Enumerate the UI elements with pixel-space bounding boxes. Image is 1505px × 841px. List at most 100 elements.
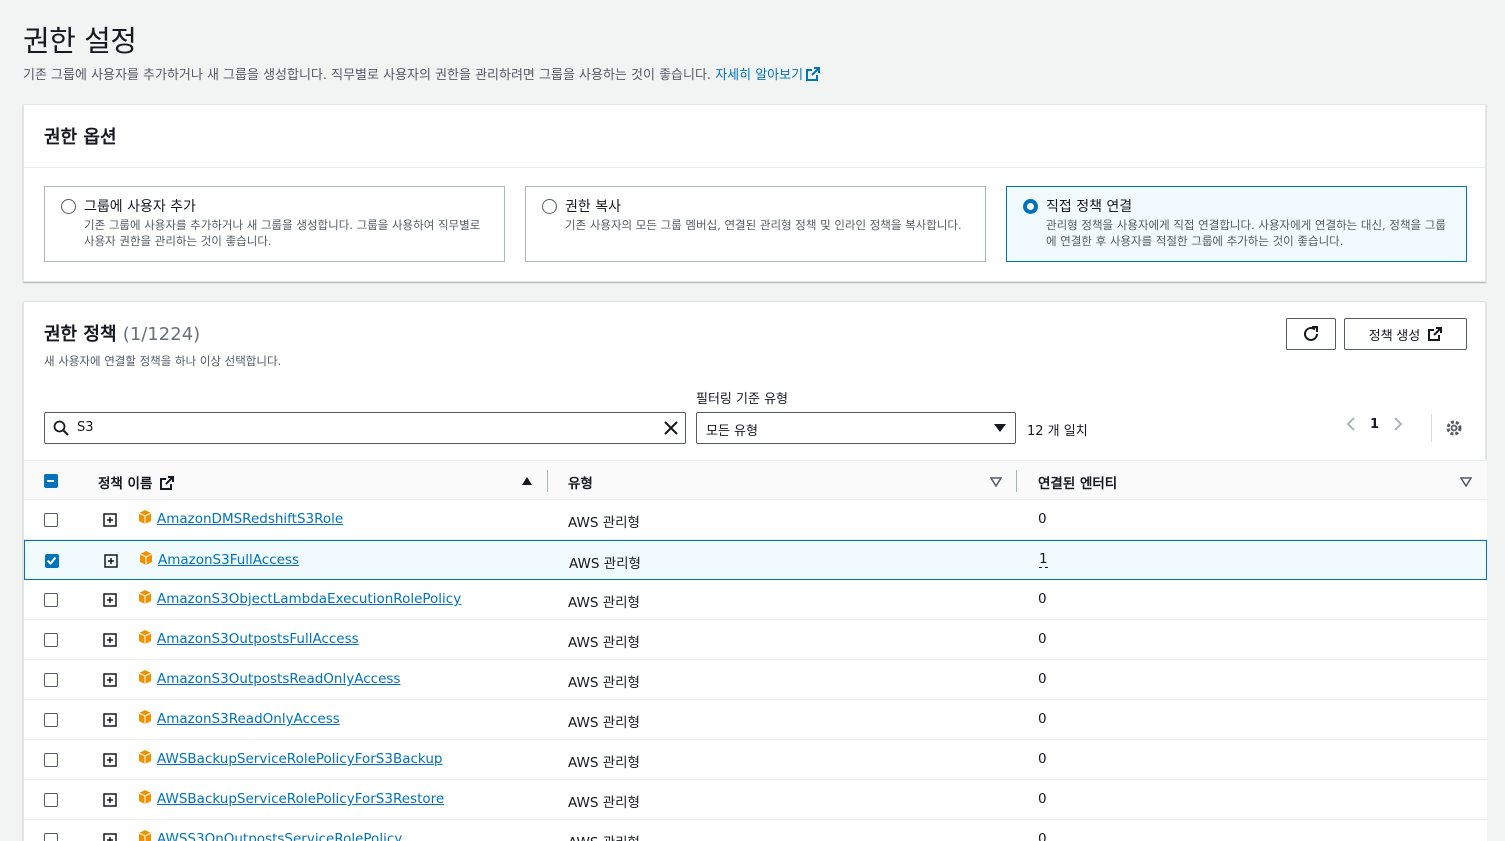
option-copy-permissions[interactable]: 권한 복사 기존 사용자의 모든 그룹 멤버십, 연결된 관리형 정책 및 인라… [525, 186, 986, 262]
expand-icon[interactable] [103, 633, 117, 647]
table-row[interactable]: AWSBackupServiceRolePolicyForS3Backup AWS… [24, 740, 1487, 780]
learn-more-link[interactable]: 자세히 알아보기 [715, 67, 821, 83]
policy-name-link[interactable]: AmazonS3ReadOnlyAccess [157, 711, 340, 727]
row-checkbox[interactable] [44, 713, 58, 727]
table-row[interactable]: AmazonS3OutpostsFullAccess AWS 관리형 0 [24, 620, 1487, 660]
sort-ascending-icon[interactable] [522, 477, 532, 485]
table-row[interactable]: AWSBackupServiceRolePolicyForS3Restore AW… [24, 780, 1487, 820]
filter-type-select[interactable]: 모든 유형 [696, 412, 1016, 444]
sort-icon[interactable] [990, 477, 1002, 487]
policy-name-link[interactable]: AmazonDMSRedshiftS3Role [157, 511, 343, 527]
filter-type-label: 필터링 기준 유형 [696, 392, 788, 407]
table-row[interactable]: AmazonS3FullAccess AWS 관리형 1 [24, 540, 1487, 580]
column-divider[interactable] [547, 470, 548, 492]
checkmark-icon [46, 556, 57, 565]
attached-entities: 0 [1038, 631, 1047, 647]
option-title: 권한 복사 [565, 199, 621, 215]
policy-type: AWS 관리형 [569, 556, 641, 572]
policy-name-link[interactable]: AWSBackupServiceRolePolicyForS3Backup [157, 751, 442, 767]
row-checkbox[interactable] [44, 753, 58, 767]
policy-type: AWS 관리형 [568, 515, 640, 531]
column-divider[interactable] [1016, 470, 1017, 492]
attached-entities: 0 [1038, 511, 1047, 527]
policy-type: AWS 관리형 [568, 795, 640, 811]
expand-icon[interactable] [103, 673, 117, 687]
option-title: 직접 정책 연결 [1046, 199, 1133, 215]
package-icon [138, 510, 152, 524]
column-header-name[interactable]: 정책 이름 [98, 472, 175, 492]
attached-entities: 0 [1038, 751, 1047, 767]
permission-options-title: 권한 옵션 [44, 127, 117, 148]
package-icon [139, 551, 153, 565]
table-row[interactable]: AmazonS3OutpostsReadOnlyAccess AWS 관리형 0 [24, 660, 1487, 700]
radio-add-to-group[interactable] [61, 199, 76, 214]
gear-icon[interactable] [1444, 418, 1464, 438]
create-policy-button[interactable]: 정책 생성 [1344, 318, 1467, 350]
search-icon [53, 420, 69, 436]
table-row[interactable]: AmazonS3ObjectLambdaExecutionRolePolicy A… [24, 580, 1487, 620]
row-checkbox[interactable] [44, 513, 58, 527]
external-link-icon [806, 67, 821, 81]
create-policy-label: 정책 생성 [1368, 327, 1421, 343]
row-checkbox[interactable] [44, 833, 58, 841]
refresh-button[interactable] [1286, 318, 1336, 350]
package-icon [138, 750, 152, 764]
package-icon [138, 830, 152, 841]
current-page[interactable]: 1 [1370, 417, 1379, 432]
column-header-entities[interactable]: 연결된 엔터티 [1038, 472, 1117, 492]
table-row[interactable]: AmazonS3ReadOnlyAccess AWS 관리형 0 [24, 700, 1487, 740]
filter-type-value: 모든 유형 [706, 424, 758, 439]
option-attach-policies[interactable]: 직접 정책 연결 관리형 정책을 사용자에게 직접 연결합니다. 사용자에게 연… [1006, 186, 1467, 262]
search-input[interactable]: S3 [44, 412, 686, 444]
expand-icon[interactable] [103, 513, 117, 527]
policies-title: 권한 정책 (1/1224) [44, 320, 200, 346]
package-icon [138, 590, 152, 604]
policies-count: (1/1224) [122, 324, 201, 345]
chevron-left-icon[interactable] [1346, 416, 1356, 432]
option-title: 그룹에 사용자 추가 [84, 199, 196, 215]
policy-name-link[interactable]: AWSBackupServiceRolePolicyForS3Restore [157, 791, 444, 807]
expand-icon[interactable] [103, 713, 117, 727]
expand-icon[interactable] [103, 753, 117, 767]
external-link-icon [160, 476, 175, 490]
search-value: S3 [77, 420, 94, 435]
pagination: 1 [1346, 416, 1403, 432]
refresh-icon [1304, 326, 1318, 341]
policies-title-text: 권한 정책 [44, 324, 117, 345]
attached-entities[interactable]: 1 [1039, 552, 1048, 568]
table-row[interactable]: AmazonDMSRedshiftS3Role AWS 관리형 0 [24, 500, 1487, 540]
policy-name-link[interactable]: AmazonS3ObjectLambdaExecutionRolePolicy [157, 591, 461, 607]
page-title: 권한 설정 [23, 24, 137, 58]
radio-copy-permissions[interactable] [542, 199, 557, 214]
sort-icon[interactable] [1460, 477, 1472, 487]
chevron-right-icon[interactable] [1393, 416, 1403, 432]
package-icon [138, 670, 152, 684]
expand-icon[interactable] [104, 554, 118, 568]
policy-name-link[interactable]: AWSS3OnOutpostsServiceRolePolicy [157, 831, 402, 841]
row-checkbox[interactable] [44, 673, 58, 687]
column-header-type[interactable]: 유형 [568, 472, 593, 492]
match-count: 12 개 일치 [1027, 424, 1088, 439]
policies-subtitle: 새 사용자에 연결할 정책을 하나 이상 선택합니다. [44, 354, 282, 368]
row-checkbox[interactable] [44, 633, 58, 647]
option-description: 기존 그룹에 사용자를 추가하거나 새 그룹을 생성합니다. 그룹을 사용하여 … [84, 218, 481, 248]
policy-type: AWS 관리형 [568, 635, 640, 651]
divider [1431, 414, 1432, 442]
radio-attach-policies[interactable] [1023, 199, 1038, 214]
row-checkbox[interactable] [44, 793, 58, 807]
table-row[interactable]: AWSS3OnOutpostsServiceRolePolicy AWS 관리형 0 [24, 820, 1487, 841]
row-checkbox[interactable] [45, 554, 59, 568]
policy-name-link[interactable]: AmazonS3OutpostsFullAccess [157, 631, 359, 647]
close-icon[interactable] [663, 420, 679, 436]
policy-name-link[interactable]: AmazonS3FullAccess [158, 552, 299, 568]
expand-icon[interactable] [103, 593, 117, 607]
expand-icon[interactable] [103, 793, 117, 807]
option-add-to-group[interactable]: 그룹에 사용자 추가 기존 그룹에 사용자를 추가하거나 새 그룹을 생성합니다… [44, 186, 505, 262]
policy-name-link[interactable]: AmazonS3OutpostsReadOnlyAccess [157, 671, 400, 687]
attached-entities: 0 [1038, 791, 1047, 807]
attached-entities: 0 [1038, 671, 1047, 687]
option-description: 관리형 정책을 사용자에게 직접 연결합니다. 사용자에게 연결하는 대신, 정… [1046, 218, 1446, 248]
expand-icon[interactable] [103, 833, 117, 841]
row-checkbox[interactable] [44, 593, 58, 607]
select-all-checkbox[interactable] [44, 474, 58, 488]
